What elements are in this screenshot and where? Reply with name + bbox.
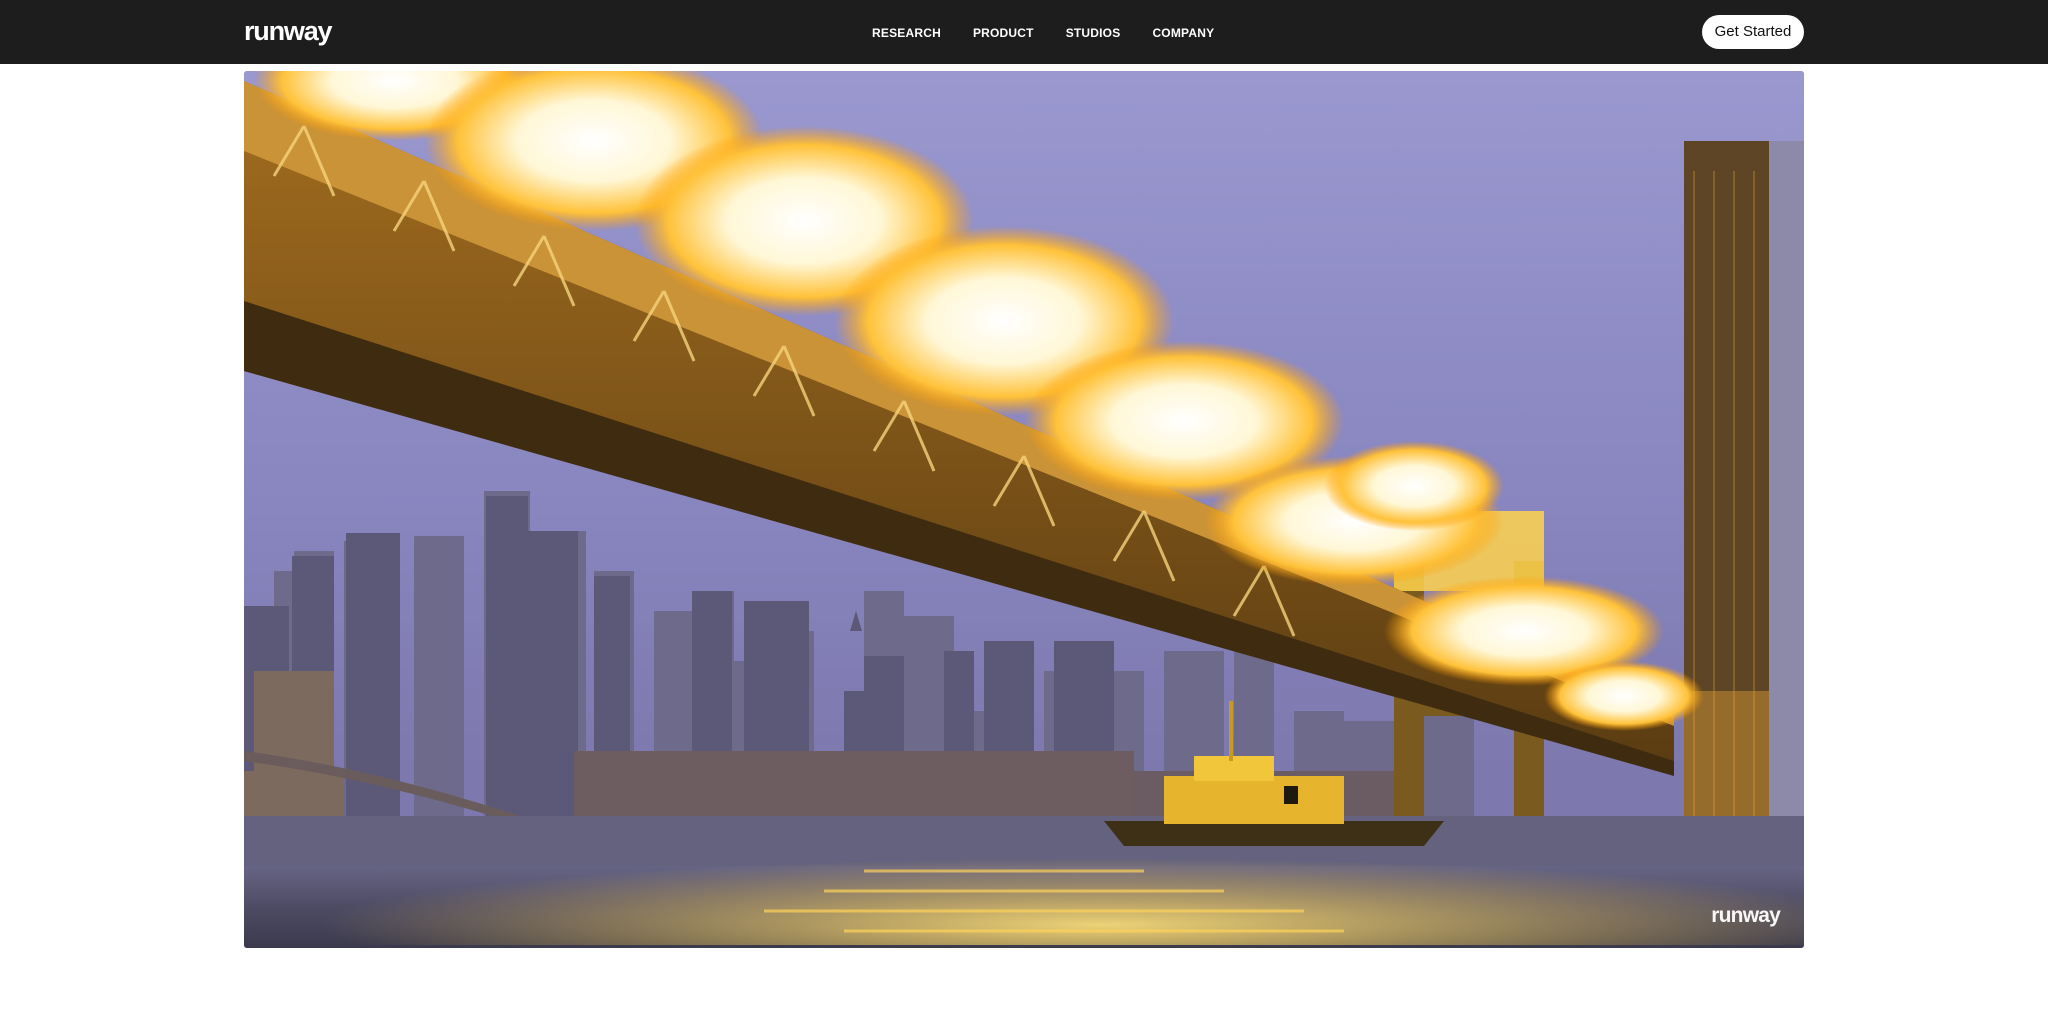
get-started-button[interactable]: Get Started <box>1702 15 1804 49</box>
top-navigation-bar: runway RESEARCH PRODUCT STUDIOS COMPANY … <box>0 0 2048 64</box>
nav-item-company[interactable]: COMPANY <box>1152 24 1214 42</box>
runway-watermark: runway <box>1711 904 1781 927</box>
main-nav: RESEARCH PRODUCT STUDIOS COMPANY <box>872 24 1246 42</box>
hero-image-burning-bridge <box>244 71 1804 948</box>
nav-item-studios[interactable]: STUDIOS <box>1066 24 1121 42</box>
nav-item-product[interactable]: PRODUCT <box>973 24 1034 42</box>
hero-video[interactable]: runway <box>244 71 1804 948</box>
runway-logo[interactable]: runway <box>244 13 333 49</box>
nav-item-research[interactable]: RESEARCH <box>872 24 941 42</box>
